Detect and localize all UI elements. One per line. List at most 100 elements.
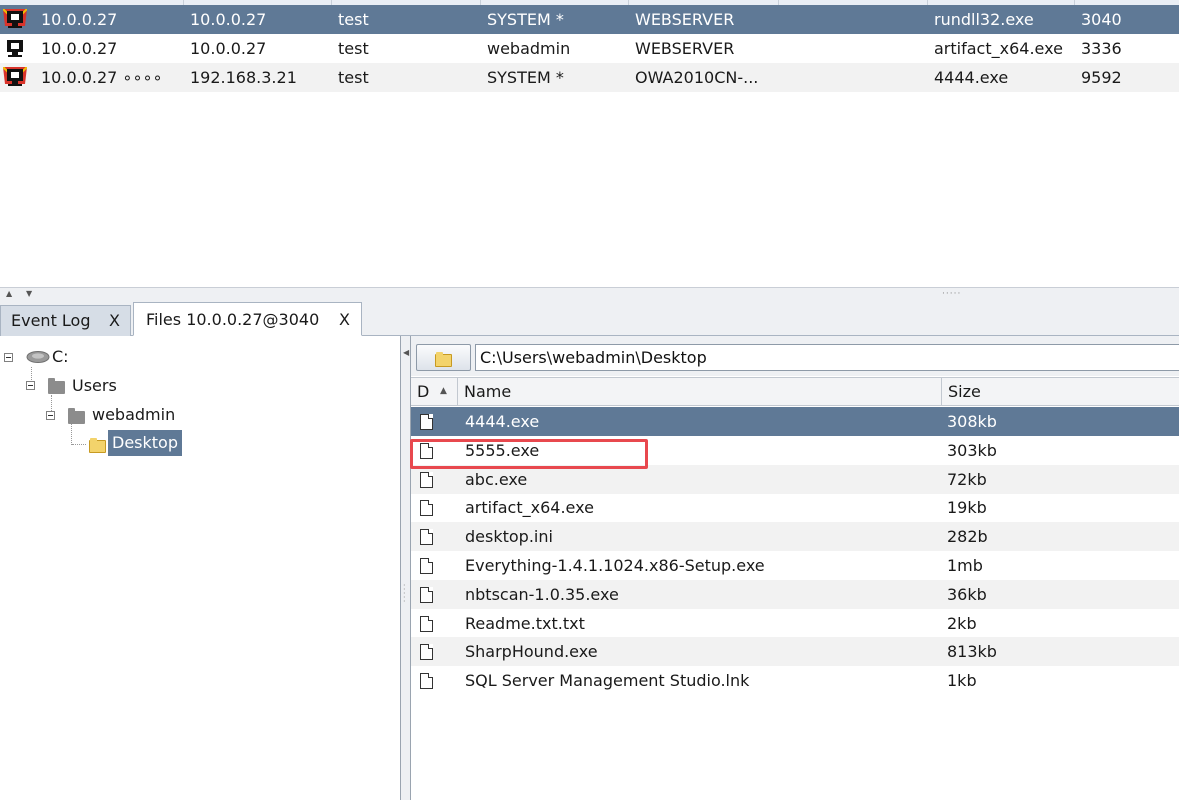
collapse-up-arrow-icon[interactable]: ▲: [6, 288, 12, 299]
beacon-computer-cell: WEBSERVER: [635, 39, 735, 58]
file-name: 4444.exe: [465, 412, 540, 431]
file-icon: [420, 558, 433, 574]
collapse-toggle-icon[interactable]: [46, 411, 55, 420]
file-row[interactable]: nbtscan-1.0.35.exe 36kb: [411, 579, 1179, 609]
file-row[interactable]: 5555.exe 303kb: [411, 436, 1179, 465]
beacon-user-cell: SYSTEM *: [487, 10, 564, 29]
vertical-splitter[interactable]: ◀ · · · · ·: [401, 336, 411, 800]
tree-node-label: Users: [72, 376, 117, 395]
file-size: 813kb: [947, 642, 997, 662]
column-separator: [1074, 0, 1075, 5]
tab-close-button[interactable]: X: [109, 306, 120, 336]
tree-node-desktop[interactable]: Desktop: [88, 430, 188, 458]
beacon-internal-cell: 10.0.0.27: [190, 10, 267, 29]
file-icon: [420, 442, 433, 459]
beacon-listener-cell: test: [338, 39, 369, 58]
tree-node-users[interactable]: Users: [24, 373, 134, 399]
beacon-admin-icon: [3, 9, 27, 28]
file-name: abc.exe: [465, 469, 528, 489]
beacon-admin-icon: [3, 67, 27, 86]
sort-ascending-icon: ▲: [440, 386, 447, 396]
file-size: 36kb: [947, 584, 987, 604]
beacon-pid-cell: 3336: [1081, 39, 1122, 58]
beacon-listener-cell: test: [338, 10, 369, 29]
tab-strip: Event Log X Files 10.0.0.27@3040 X: [0, 300, 1179, 336]
horizontal-splitter[interactable]: ▲ ▼ ·····: [0, 287, 1179, 300]
tab-files[interactable]: Files 10.0.0.27@3040 X: [133, 302, 362, 336]
file-name: desktop.ini: [465, 527, 553, 547]
file-name: Everything-1.4.1.1024.x86-Setup.exe: [465, 556, 765, 575]
file-row[interactable]: 4444.exe 308kb: [411, 407, 1179, 436]
beacon-user-cell: webadmin: [487, 39, 571, 58]
file-icon: [420, 615, 433, 632]
splitter-grip-icon: ·····: [942, 289, 962, 299]
file-table-header: D ▲ Name Size: [411, 377, 1179, 406]
open-folder-icon: [89, 438, 106, 453]
collapse-toggle-icon[interactable]: [4, 353, 13, 362]
file-row[interactable]: SQL Server Management Studio.lnk 1kb: [411, 666, 1179, 695]
tree-node-webadmin[interactable]: webadmin: [44, 402, 184, 428]
tree-node-label: Desktop: [108, 430, 182, 456]
beacon-external-cell: 10.0.0.27 ∘∘∘∘: [41, 68, 163, 87]
tab-event-log[interactable]: Event Log X: [0, 305, 131, 336]
file-icon: [420, 529, 433, 546]
file-row[interactable]: Everything-1.4.1.1024.x86-Setup.exe 1mb: [411, 551, 1179, 580]
beacon-row[interactable]: 10.0.0.27 ∘∘∘∘ 192.168.3.21 test SYSTEM * OW…: [0, 63, 1179, 92]
tree-node-label: C:: [52, 347, 69, 366]
collapse-down-arrow-icon[interactable]: ▼: [26, 288, 32, 299]
file-size: 1mb: [947, 556, 983, 575]
drive-icon: [26, 351, 50, 363]
file-name: SharpHound.exe: [465, 642, 598, 662]
tab-label: Event Log: [11, 311, 91, 330]
column-header-label: Size: [948, 382, 981, 401]
tree-connector: [72, 444, 86, 445]
beacon-pid-cell: 3040: [1081, 10, 1122, 29]
file-name: artifact_x64.exe: [465, 498, 594, 518]
column-separator: [778, 0, 779, 5]
file-icon: [420, 586, 433, 603]
beacon-process-cell: rundll32.exe: [934, 10, 1034, 29]
file-browser: D ▲ Name Size 4444.exe 308kb 5555.exe 303kb…: [411, 336, 1179, 800]
beacon-internal-cell: 10.0.0.27: [190, 39, 267, 58]
file-name: SQL Server Management Studio.lnk: [465, 671, 750, 691]
tab-close-button[interactable]: X: [339, 303, 350, 337]
column-separator: [183, 0, 184, 5]
file-row[interactable]: abc.exe 72kb: [411, 464, 1179, 494]
splitter-grip-icon: ·····: [403, 581, 406, 606]
column-header-label: Name: [464, 382, 512, 401]
path-bar: [411, 336, 1179, 376]
beacon-table: 10.0.0.27 10.0.0.27 test SYSTEM * WEBSERVER r…: [0, 0, 1179, 287]
file-icon: [420, 471, 433, 488]
beacon-user-icon: [7, 40, 23, 57]
file-row[interactable]: Readme.txt.txt 2kb: [411, 609, 1179, 638]
browse-folder-button[interactable]: [416, 344, 471, 371]
file-row[interactable]: artifact_x64.exe 19kb: [411, 493, 1179, 522]
tab-label: Files 10.0.0.27@3040: [146, 310, 320, 329]
collapse-toggle-icon[interactable]: [26, 381, 35, 390]
column-header-name[interactable]: Name: [458, 378, 942, 405]
file-row[interactable]: desktop.ini 282b: [411, 522, 1179, 552]
file-size: 72kb: [947, 469, 987, 489]
file-icon: [420, 414, 433, 430]
folder-icon: [68, 408, 85, 424]
file-size: 282b: [947, 527, 988, 547]
file-row[interactable]: SharpHound.exe 813kb: [411, 637, 1179, 667]
file-icon: [420, 500, 433, 517]
folder-icon: [435, 352, 452, 367]
beacon-computer-cell: OWA2010CN-...: [635, 68, 759, 87]
file-size: 303kb: [947, 440, 997, 460]
beacon-row[interactable]: 10.0.0.27 10.0.0.27 test SYSTEM * WEBSERVER r…: [0, 5, 1179, 34]
column-header-d[interactable]: D ▲: [411, 378, 458, 405]
beacon-row[interactable]: 10.0.0.27 10.0.0.27 test webadmin WEBSERVER a…: [0, 34, 1179, 63]
path-input[interactable]: [475, 344, 1179, 371]
file-name: Readme.txt.txt: [465, 613, 585, 633]
file-name: nbtscan-1.0.35.exe: [465, 584, 619, 604]
column-header-label: D: [417, 382, 430, 401]
file-size: 2kb: [947, 613, 977, 633]
beacon-listener-cell: test: [338, 68, 369, 87]
beacon-user-cell: SYSTEM *: [487, 68, 564, 87]
column-header-size[interactable]: Size: [942, 378, 1179, 405]
tree-node-drive-c[interactable]: C:: [4, 344, 94, 370]
beacon-internal-cell: 192.168.3.21: [190, 68, 297, 87]
collapse-left-arrow-icon[interactable]: ◀: [403, 348, 409, 357]
